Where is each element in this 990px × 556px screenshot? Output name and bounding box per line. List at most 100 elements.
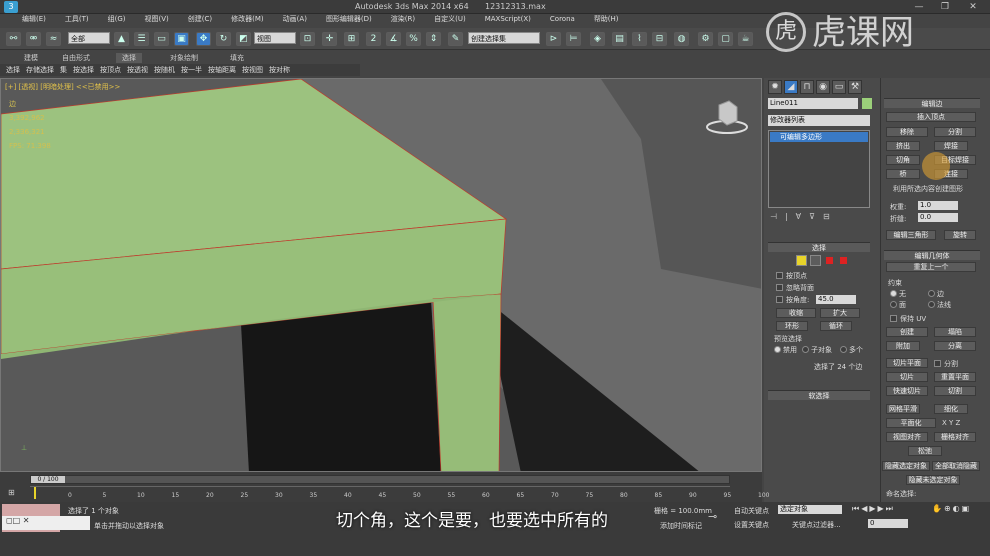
vertex-level-icon[interactable] [796,255,807,266]
stack-item-editable-poly[interactable]: 可编辑多边形 [770,132,868,142]
meshsmooth-button[interactable]: 网格平滑 [886,404,920,414]
layer-icon[interactable]: ◈ [590,32,605,46]
menu-rendering[interactable]: 渲染(R) [391,14,415,24]
relax-button[interactable]: 松弛 [908,446,942,456]
ref-coord-dropdown[interactable]: 视图 [254,32,296,44]
render-setup-icon[interactable]: ⚙ [698,32,713,46]
render-icon[interactable]: ☕ [738,32,753,46]
menu-graph-editors[interactable]: 图形编辑器(D) [326,14,372,24]
menu-tools[interactable]: 工具(T) [65,14,89,24]
preview-sub-radio[interactable] [802,346,809,353]
ribbon-item[interactable]: 按视图 [242,64,263,76]
ignore-back-checkbox[interactable] [776,284,783,291]
utilities-tab-icon[interactable]: ⚒ [848,80,862,94]
menu-group[interactable]: 组(G) [108,14,126,24]
auto-key-button[interactable]: 自动关键点 [734,506,769,516]
slice-button[interactable]: 切片 [886,372,928,382]
frame-counter[interactable]: 0 / 100 [31,476,65,483]
reset-plane-button[interactable]: 重置平面 [934,372,976,382]
constraint-edge-radio[interactable] [928,290,935,297]
ribbon-item[interactable]: 按顶点 [100,64,121,76]
ribbon-item[interactable]: 选择 [6,64,20,76]
pivot-icon[interactable]: ⊡ [300,32,315,46]
menu-edit[interactable]: 编辑(E) [22,14,46,24]
edge-level-icon[interactable] [810,255,821,266]
create-shape-button[interactable]: 利用所选内容创建图形 [893,184,963,194]
view-align-button[interactable]: 视图对齐 [886,432,928,442]
viewport-nav-controls[interactable]: ✋⊕◐▣ [932,504,971,513]
constraint-none-radio[interactable] [890,290,897,297]
ribbon-item[interactable]: 按轴距离 [208,64,236,76]
modify-tab-icon[interactable]: ◢ [784,80,798,94]
mirror-icon[interactable]: ⊳ [546,32,561,46]
ribbon-item[interactable]: 集 [60,64,67,76]
keep-uv-checkbox[interactable] [890,315,897,322]
quick-slice-button[interactable]: 快速切片 [886,386,928,396]
current-frame-input[interactable]: 0 [868,519,908,528]
grow-button[interactable]: 扩大 [820,308,860,318]
insert-vertex-button[interactable]: 插入顶点 [886,112,976,122]
menu-animation[interactable]: 动画(A) [283,14,307,24]
turn-button[interactable]: 旋转 [944,230,976,240]
polygon-level-icon[interactable] [840,257,847,264]
graphite-icon[interactable]: ▤ [612,32,627,46]
menu-customize[interactable]: 自定义(U) [434,14,466,24]
add-time-tag[interactable]: 添加时间标记 [660,521,702,531]
ribbon-tab-populate[interactable]: 填充 [230,53,244,63]
rotate-icon[interactable]: ↻ [216,32,231,46]
collapse-button[interactable]: 塌陷 [934,327,976,337]
menu-help[interactable]: 帮助(H) [594,14,619,24]
material-editor-icon[interactable]: ◍ [674,32,689,46]
menu-modifiers[interactable]: 修改器(M) [231,14,264,24]
window-crossing-icon[interactable]: ▣ [174,32,189,46]
border-level-icon[interactable] [826,257,833,264]
rect-selection-icon[interactable]: ▭ [154,32,169,46]
configure-icon[interactable]: ⊟ [823,212,838,221]
ribbon-item[interactable]: 按对称 [269,64,290,76]
constraint-normal-radio[interactable] [928,301,935,308]
menu-create[interactable]: 创建(C) [188,14,212,24]
keyboard-shortcut-icon[interactable]: ⊞ [344,32,359,46]
ring-button[interactable]: 环形 [776,321,808,331]
ribbon-item[interactable]: 按透视 [127,64,148,76]
perspective-viewport[interactable]: [+] [透视] [明暗处理] <<已禁用>> 边 3,392,962 2,33… [0,78,762,472]
repeat-last-button[interactable]: 重复上一个 [886,262,976,272]
link-icon[interactable]: ⚯ [6,32,21,46]
preview-multi-radio[interactable] [840,346,847,353]
bind-spacewarp-icon[interactable]: ≈ [46,32,61,46]
menu-corona[interactable]: Corona [550,15,575,23]
edit-geometry-header[interactable]: 编辑几何体 [884,250,980,260]
key-mode-dropdown[interactable]: 选定对象 [778,505,842,514]
scale-icon[interactable]: ◩ [236,32,251,46]
edit-named-sel-icon[interactable]: ✎ [448,32,463,46]
ribbon-item[interactable]: 按随机 [154,64,175,76]
chamfer-button[interactable]: 切角 [886,155,920,165]
maxscript-listener[interactable]: ◻□ ✕ [2,504,90,532]
constraint-face-radio[interactable] [890,301,897,308]
app-logo-icon[interactable]: 3 [4,1,18,13]
bridge-button[interactable]: 桥 [886,169,920,179]
tessellate-button[interactable]: 细化 [934,404,968,414]
soft-selection-rollout[interactable]: 软选择 [768,390,870,400]
slice-plane-button[interactable]: 切片平面 [886,358,928,368]
display-tab-icon[interactable]: ▭ [832,80,846,94]
remove-modifier-icon[interactable]: ⊽ [809,212,823,221]
show-end-icon[interactable]: | [785,212,796,221]
curve-editor-icon[interactable]: ⌇ [632,32,647,46]
menu-views[interactable]: 视图(V) [145,14,169,24]
object-name-field[interactable]: Line011 [768,98,858,109]
align-icon[interactable]: ⊨ [566,32,581,46]
loop-button[interactable]: 循环 [820,321,852,331]
unhide-all-button[interactable]: 全部取消隐藏 [932,461,980,471]
named-selection-dropdown[interactable]: 创建选择集 [468,32,540,44]
edit-triangulation-button[interactable]: 编辑三角形 [886,230,936,240]
modifier-list-dropdown[interactable]: 修改器列表 [768,115,870,126]
shrink-button[interactable]: 收缩 [776,308,816,318]
extrude-button[interactable]: 挤出 [886,141,920,151]
create-tab-icon[interactable]: ✹ [768,80,782,94]
grid-align-button[interactable]: 栅格对齐 [934,432,976,442]
cut-button[interactable]: 切割 [934,386,976,396]
ribbon-tab-modeling[interactable]: 建模 [24,53,38,63]
viewcube-icon[interactable] [705,97,749,137]
viewport-label[interactable]: [+] [透视] [明暗处理] <<已禁用>> [5,82,120,92]
